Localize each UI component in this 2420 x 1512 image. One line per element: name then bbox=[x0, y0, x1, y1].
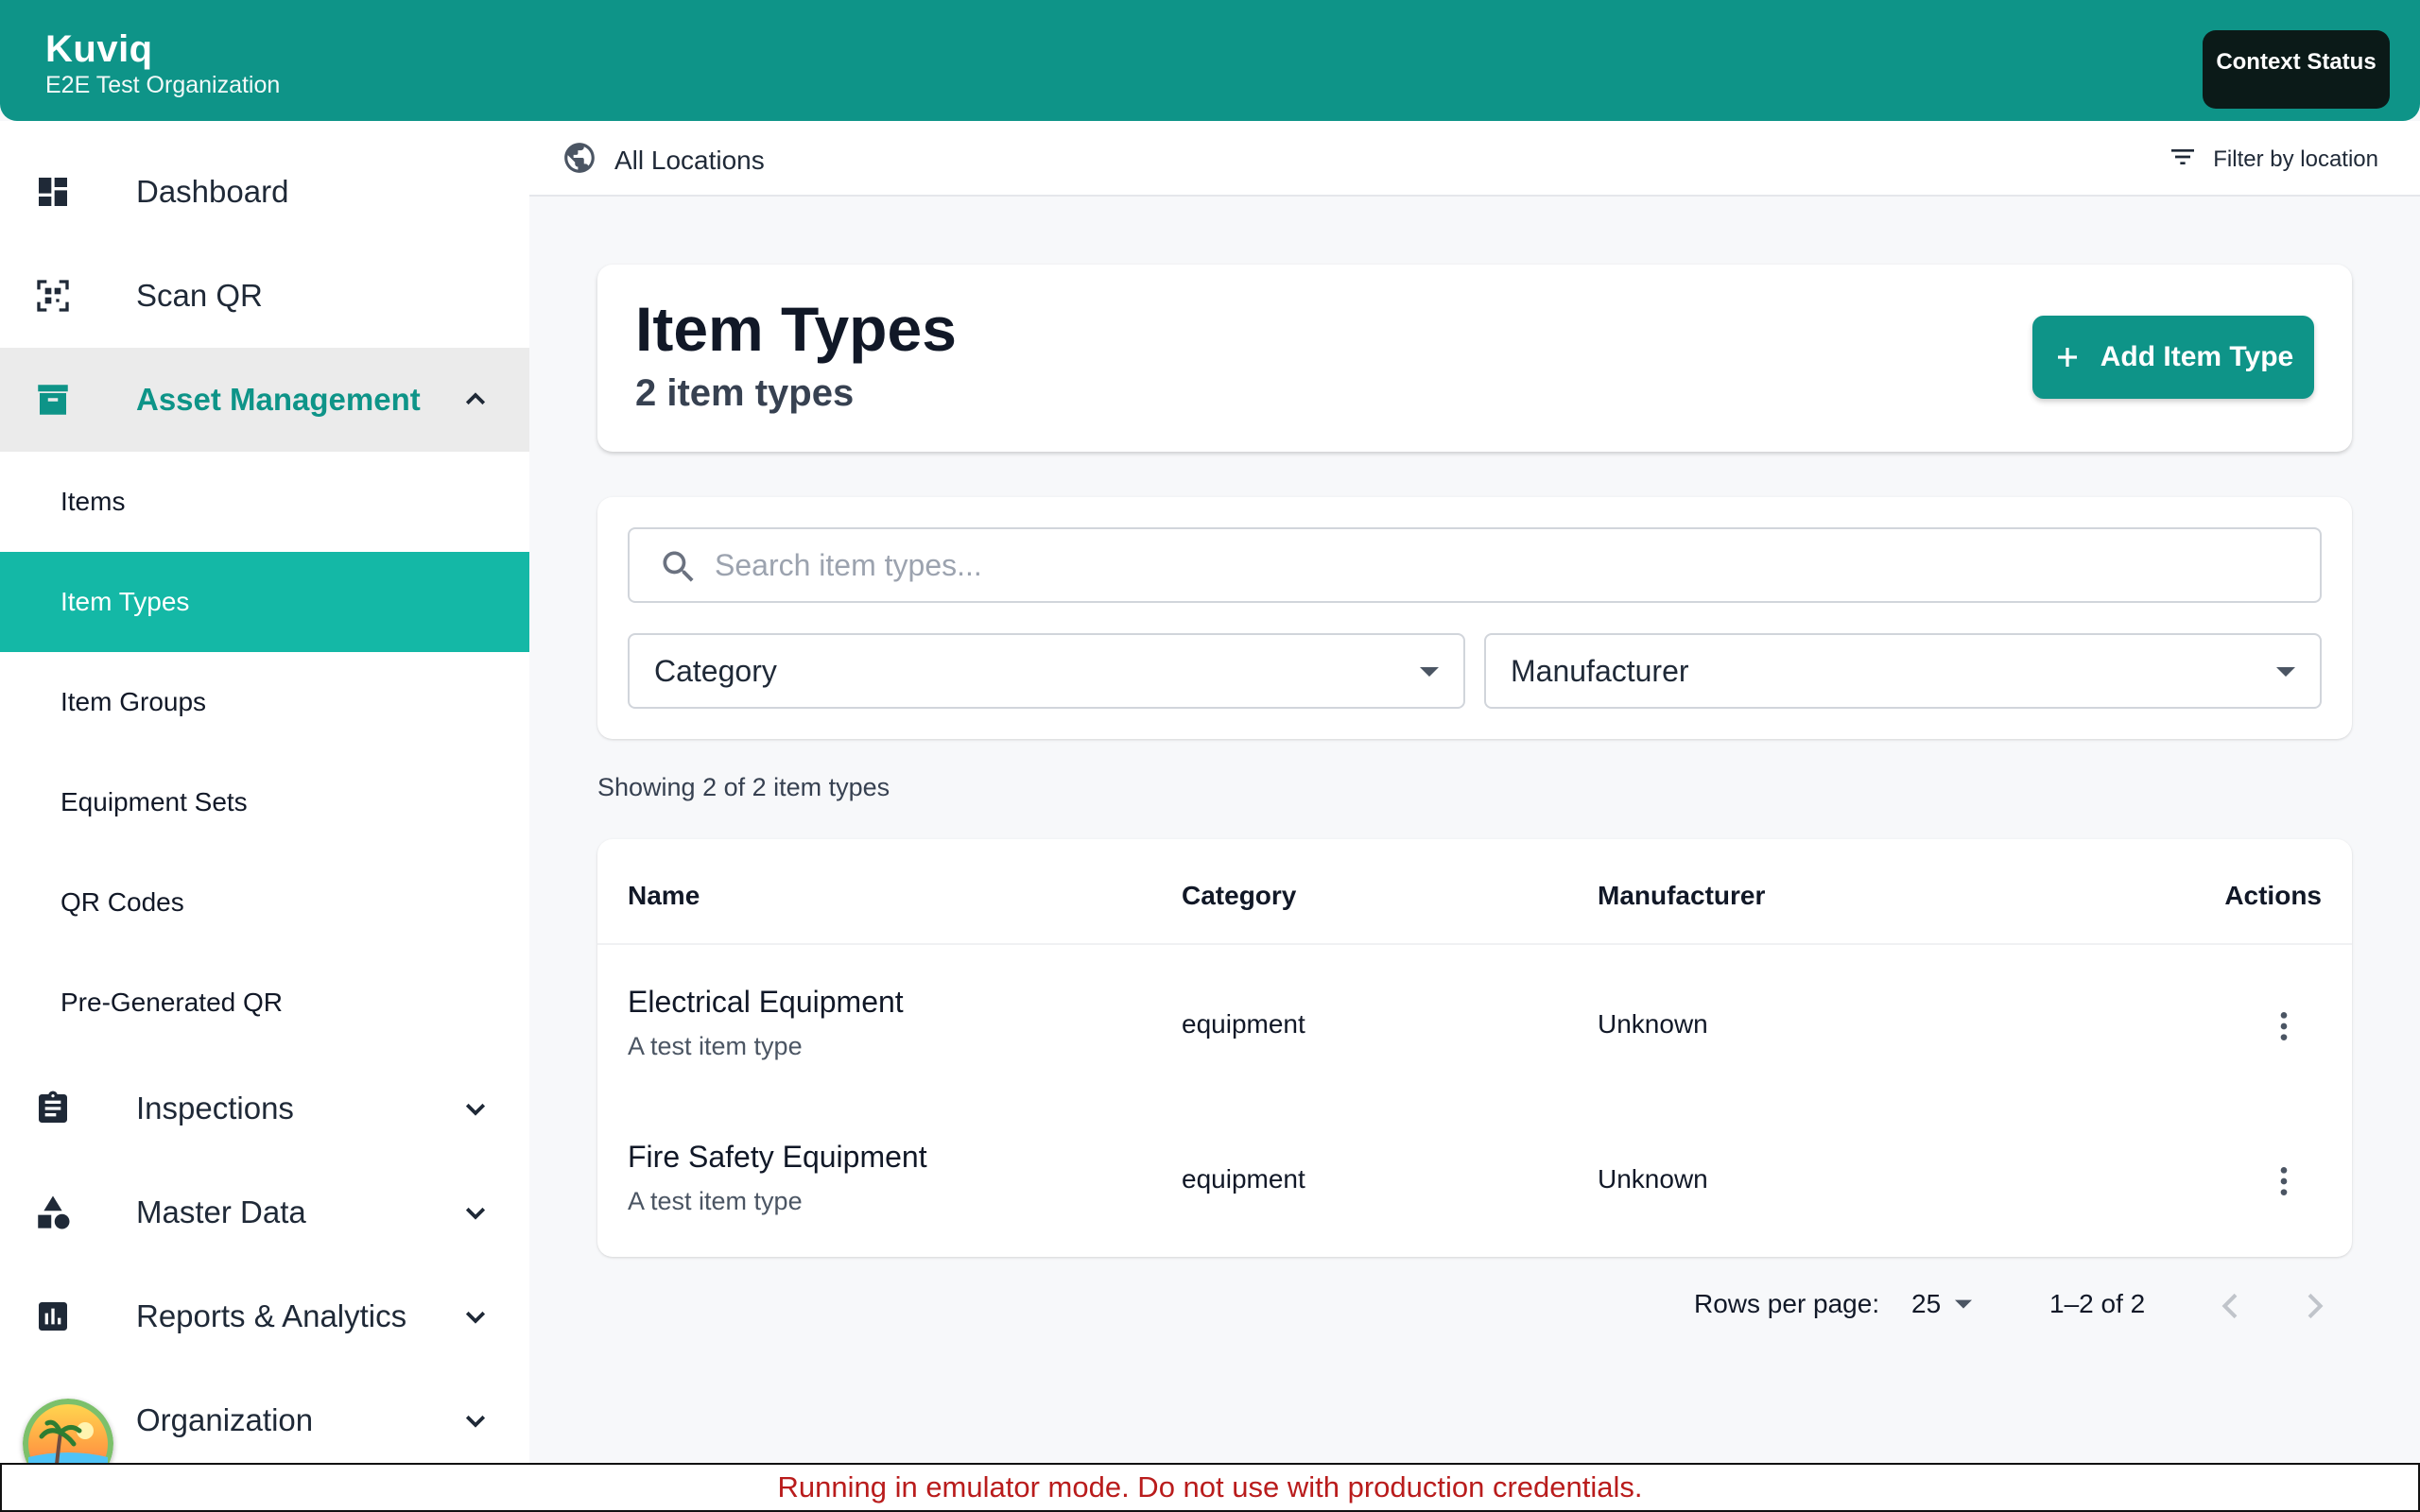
sidebar: Dashboard Scan QR Asset Management Items… bbox=[0, 121, 529, 1463]
page-header-card: Item Types 2 item types Add Item Type bbox=[597, 265, 2352, 452]
item-type-count: 2 item types bbox=[635, 372, 855, 414]
add-item-type-label: Add Item Type bbox=[2100, 341, 2294, 372]
sidebar-item-inspections[interactable]: Inspections bbox=[0, 1057, 529, 1160]
rows-per-page-select[interactable]: 25 bbox=[1911, 1289, 1941, 1319]
item-type-description: A test item type bbox=[628, 1032, 803, 1060]
filter-by-location-button[interactable]: Filter by location bbox=[2168, 142, 2378, 177]
clipboard-icon bbox=[32, 1088, 74, 1129]
more-vert-icon[interactable] bbox=[2261, 1159, 2307, 1204]
sidebar-subitem-label: Items bbox=[60, 487, 126, 516]
column-header-category[interactable]: Category bbox=[1182, 881, 1296, 911]
chevron-down-icon[interactable] bbox=[459, 1092, 492, 1125]
more-vert-icon[interactable] bbox=[2261, 1004, 2307, 1049]
sidebar-item-label: Master Data bbox=[136, 1194, 306, 1229]
column-header-name[interactable]: Name bbox=[628, 881, 700, 911]
sidebar-item-label: Asset Management bbox=[136, 382, 421, 417]
category-select-label: Category bbox=[654, 654, 777, 688]
table-row[interactable]: Fire Safety Equipment A test item type e… bbox=[597, 1100, 2352, 1255]
chevron-down-icon[interactable] bbox=[459, 1300, 492, 1332]
context-status-button[interactable]: Context Status bbox=[2203, 30, 2390, 109]
item-type-description: A test item type bbox=[628, 1187, 803, 1215]
item-type-manufacturer: Unknown bbox=[1598, 1164, 1708, 1194]
sidebar-subitem-label: Item Types bbox=[60, 587, 190, 616]
chevron-up-icon[interactable] bbox=[459, 384, 492, 416]
sidebar-item-label: Reports & Analytics bbox=[136, 1298, 407, 1333]
category-select[interactable]: Category bbox=[628, 633, 1465, 709]
category-icon bbox=[32, 1192, 74, 1233]
bar-chart-icon bbox=[32, 1296, 74, 1337]
search-field[interactable] bbox=[628, 527, 2322, 603]
dashboard-icon bbox=[32, 171, 74, 213]
page-title: Item Types bbox=[635, 294, 957, 364]
filter-by-location-label: Filter by location bbox=[2213, 146, 2378, 172]
dropdown-arrow-icon[interactable] bbox=[1953, 1297, 1974, 1318]
emulator-warning-banner: Running in emulator mode. Do not use wit… bbox=[0, 1463, 2420, 1512]
filter-card: Category Manufacturer bbox=[597, 497, 2352, 739]
item-type-name: Electrical Equipment bbox=[628, 985, 904, 1019]
app-name[interactable]: Kuviq bbox=[45, 28, 153, 71]
manufacturer-select[interactable]: Manufacturer bbox=[1484, 633, 2322, 709]
pagination-range: 1–2 of 2 bbox=[2049, 1289, 2146, 1318]
add-item-type-button[interactable]: Add Item Type bbox=[2032, 316, 2314, 399]
item-type-manufacturer: Unknown bbox=[1598, 1009, 1708, 1039]
sidebar-subitem-item-types[interactable]: Item Types bbox=[0, 552, 529, 652]
sidebar-item-reports-analytics[interactable]: Reports & Analytics bbox=[0, 1264, 529, 1368]
dropdown-arrow-icon bbox=[2274, 663, 2297, 687]
sidebar-item-master-data[interactable]: Master Data bbox=[0, 1160, 529, 1264]
search-icon bbox=[658, 546, 700, 593]
column-header-manufacturer[interactable]: Manufacturer bbox=[1598, 881, 1765, 911]
sidebar-item-scan-qr[interactable]: Scan QR bbox=[0, 244, 529, 348]
sidebar-subitem-label: QR Codes bbox=[60, 887, 184, 917]
search-input[interactable] bbox=[715, 542, 2303, 588]
sidebar-subitem-qr-codes[interactable]: QR Codes bbox=[0, 852, 529, 953]
rows-per-page-label: Rows per page: bbox=[1694, 1289, 1880, 1318]
sidebar-item-label: Inspections bbox=[136, 1091, 294, 1125]
qr-scan-icon bbox=[32, 275, 74, 317]
filter-icon bbox=[2168, 142, 2198, 177]
column-header-actions: Actions bbox=[2224, 881, 2322, 910]
item-type-name: Fire Safety Equipment bbox=[628, 1140, 927, 1174]
sidebar-item-dashboard[interactable]: Dashboard bbox=[0, 140, 529, 244]
sidebar-subitem-equipment-sets[interactable]: Equipment Sets bbox=[0, 752, 529, 852]
item-types-table: Name Category Manufacturer Actions Elect… bbox=[597, 839, 2352, 1257]
sidebar-subitem-label: Equipment Sets bbox=[60, 787, 248, 816]
organization-name: E2E Test Organization bbox=[45, 72, 281, 98]
sidebar-subitem-label: Item Groups bbox=[60, 687, 207, 716]
chevron-down-icon[interactable] bbox=[459, 1196, 492, 1228]
sidebar-subitem-label: Pre-Generated QR bbox=[60, 988, 283, 1017]
chevron-right-icon[interactable] bbox=[2295, 1287, 2333, 1330]
current-location: All Locations bbox=[614, 145, 765, 175]
item-type-category: equipment bbox=[1182, 1009, 1305, 1039]
sidebar-subitem-items[interactable]: Items bbox=[0, 452, 529, 552]
archive-icon bbox=[32, 379, 74, 421]
sidebar-subitem-pre-generated-qr[interactable]: Pre-Generated QR bbox=[0, 953, 529, 1053]
app-header: Kuviq E2E Test Organization Context Stat… bbox=[0, 0, 2420, 121]
manufacturer-select-label: Manufacturer bbox=[1511, 654, 1689, 688]
sidebar-item-label: Organization bbox=[136, 1402, 314, 1437]
plus-icon bbox=[2053, 343, 2082, 371]
table-row[interactable]: Electrical Equipment A test item type eq… bbox=[597, 945, 2352, 1100]
results-count: Showing 2 of 2 item types bbox=[597, 773, 890, 801]
location-selector[interactable]: All Locations bbox=[562, 140, 765, 180]
sidebar-item-asset-management[interactable]: Asset Management bbox=[0, 348, 529, 452]
dropdown-arrow-icon bbox=[1418, 663, 1441, 687]
pagination: Rows per page: 25 1–2 of 2 bbox=[1692, 1283, 2354, 1329]
sidebar-subitem-item-groups[interactable]: Item Groups bbox=[0, 652, 529, 752]
sidebar-item-label: Dashboard bbox=[136, 174, 289, 209]
chevron-left-icon[interactable] bbox=[2212, 1287, 2250, 1330]
chevron-down-icon[interactable] bbox=[459, 1404, 492, 1436]
location-bar: All Locations Filter by location bbox=[529, 121, 2420, 197]
sidebar-item-label: Scan QR bbox=[136, 278, 263, 313]
globe-icon bbox=[562, 140, 597, 180]
item-type-category: equipment bbox=[1182, 1164, 1305, 1194]
